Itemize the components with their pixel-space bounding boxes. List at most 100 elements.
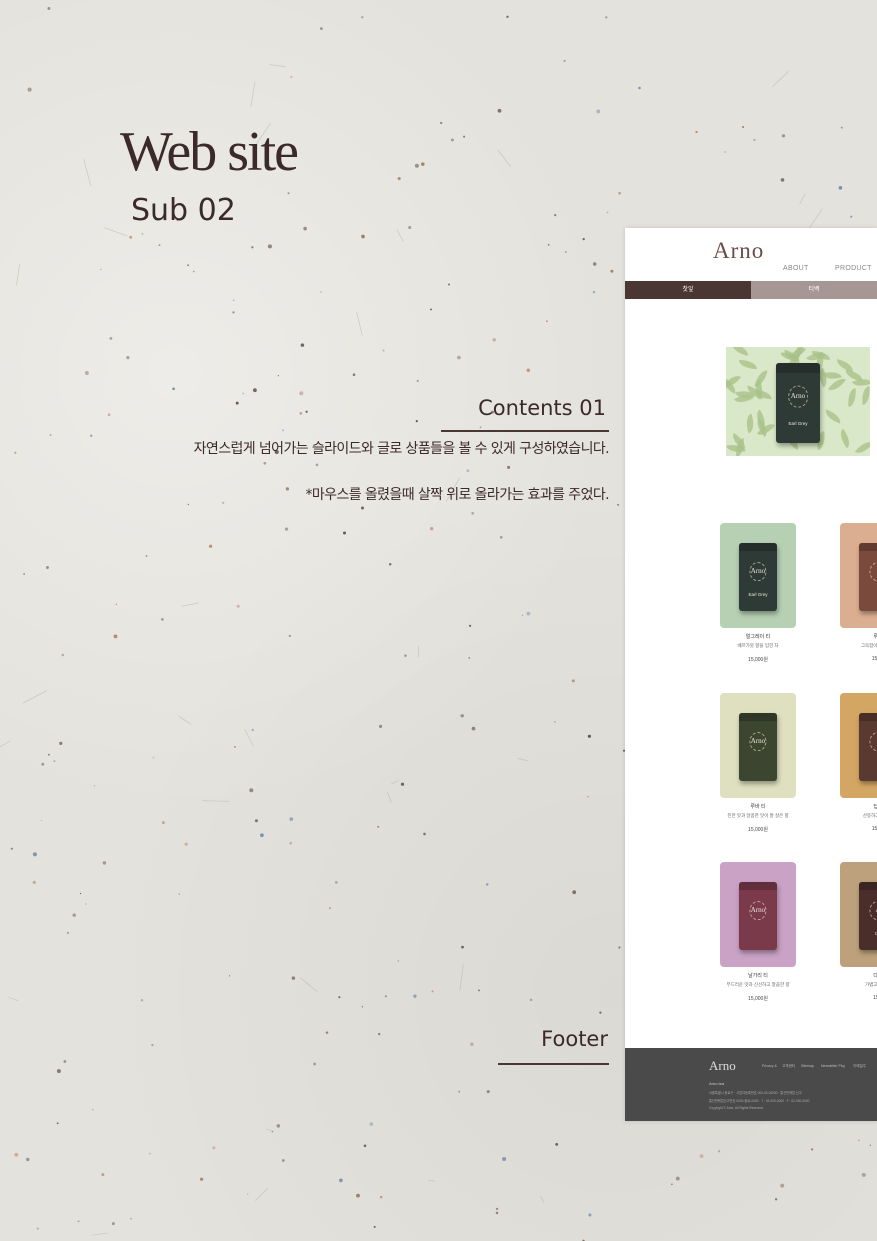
paper-speck [334, 881, 338, 884]
paper-speck [145, 555, 148, 557]
paper-speck [596, 109, 601, 114]
paper-speck [378, 724, 383, 729]
paper-fiber [16, 263, 21, 286]
tin-name: Da [859, 931, 877, 936]
product-card-image[interactable] [840, 693, 877, 798]
product-card-image[interactable] [840, 523, 877, 628]
paper-speck [857, 1139, 860, 1142]
paper-speck [360, 506, 365, 510]
paper-fiber [178, 715, 192, 725]
paper-fiber [8, 996, 19, 1002]
paper-speck [281, 429, 285, 432]
paper-speck [141, 232, 144, 235]
product-name: 딥블 [873, 804, 877, 810]
hero-tin-logo: Arno [790, 391, 806, 400]
paper-speck [430, 527, 434, 531]
paper-speck [149, 1152, 151, 1155]
paper-speck [10, 847, 13, 850]
paper-speck [587, 734, 591, 738]
paper-speck [774, 1198, 778, 1201]
paper-speck [236, 604, 240, 608]
product-card-image[interactable]: Arno [720, 693, 796, 798]
paper-speck [184, 842, 188, 846]
paper-speck [26, 1157, 30, 1162]
paper-speck [172, 387, 175, 391]
tab-loose-leaf[interactable]: 찻잎 [625, 281, 751, 299]
paper-speck [242, 392, 245, 395]
paper-speck [563, 59, 566, 62]
paper-speck [547, 243, 550, 246]
paper-speck [232, 311, 235, 314]
paper-speck [440, 121, 443, 125]
site-logo[interactable]: Arno [713, 238, 764, 264]
contents-heading: Contents 01 [478, 396, 606, 420]
paper-speck [599, 1011, 602, 1014]
footer-link-privacy[interactable]: Privacy & [762, 1064, 777, 1068]
product-card-image[interactable]: Arno [720, 862, 796, 967]
tea-tin: A Da [859, 882, 877, 950]
product-name: 루바 티 [750, 804, 766, 810]
paper-speck [869, 1144, 872, 1146]
footer-link-sitemap[interactable]: Sitemap [801, 1064, 814, 1068]
footer-link-email[interactable]: 이메일주 [853, 1064, 866, 1069]
paper-speck [234, 746, 236, 748]
paper-speck [287, 192, 290, 195]
nav-about[interactable]: ABOUT [783, 265, 809, 272]
product-card-image[interactable]: A Da [840, 862, 877, 967]
paper-speck [246, 1193, 249, 1196]
paper-speck [780, 1183, 785, 1188]
footer-link-newsletter[interactable]: Newsletter Pkg [821, 1064, 845, 1068]
paper-speck [497, 108, 502, 113]
page-title: Web site [120, 121, 299, 183]
paper-speck [492, 338, 496, 342]
paper-speck [618, 191, 621, 195]
tab-teabag[interactable]: 티백 [751, 281, 877, 299]
paper-speck [546, 320, 548, 323]
paper-speck [753, 138, 756, 142]
paper-speck [56, 1069, 61, 1074]
paper-speck [522, 614, 524, 616]
contents-note: *마우스를 올렸을때 살짝 위로 올라가는 효과를 주었다. [305, 487, 609, 503]
paper-speck [592, 290, 596, 294]
footer-contact: 통신판매업신고번호 0000-종로-0000 · T : 02-000-0000… [709, 1099, 810, 1103]
paper-speck [152, 756, 155, 759]
footer-link-support[interactable]: 고객센터 [782, 1064, 795, 1069]
paper-speck [320, 291, 322, 293]
paper-speck [554, 213, 557, 217]
product-card-image[interactable]: Arno Earl Grey [720, 523, 796, 628]
paper-speck [53, 760, 56, 763]
tin-logo: Arno [750, 906, 766, 915]
paper-speck [397, 177, 401, 181]
paper-speck [140, 998, 144, 1002]
paper-speck [72, 913, 76, 917]
paper-speck [290, 75, 293, 78]
paper-speck [63, 1060, 67, 1063]
paper-speck [356, 1193, 360, 1198]
paper-speck [377, 1032, 381, 1036]
paper-speck [288, 634, 291, 637]
hero-slide[interactable]: Arno Earl Grey [726, 347, 870, 456]
paper-speck [277, 375, 280, 377]
paper-speck [178, 893, 180, 895]
paper-speck [109, 337, 113, 340]
product-price: 15,000원 [748, 827, 768, 833]
paper-speck [233, 299, 235, 301]
paper-speck [361, 16, 364, 19]
paper-speck [339, 1178, 343, 1183]
nav-product[interactable]: PRODUCT [835, 265, 872, 272]
paper-speck [671, 1183, 673, 1186]
paper-speck [260, 833, 264, 838]
paper-speck [46, 566, 49, 569]
tea-tin [859, 713, 877, 781]
paper-speck [328, 907, 331, 910]
paper-fiber [540, 1195, 545, 1204]
paper-speck [463, 135, 466, 138]
tea-tin: Arno [739, 713, 777, 781]
paper-speck [192, 270, 195, 273]
paper-speck [470, 1042, 474, 1047]
paper-speck [431, 990, 434, 993]
paper-speck [526, 368, 531, 372]
paper-speck [781, 134, 786, 138]
paper-fiber [799, 193, 806, 205]
paper-speck [338, 996, 341, 999]
